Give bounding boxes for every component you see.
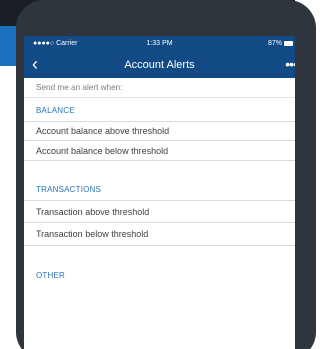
status-bar: ●●●●○ Carrier 1:33 PM 87% (24, 36, 295, 52)
status-time: 1:33 PM (146, 40, 173, 47)
section-header-transactions: TRANSACTIONS (36, 185, 102, 194)
section-header-other: OTHER (36, 271, 65, 280)
phone-screen: ●●●●○ Carrier 1:33 PM 87% ‹ Account Aler… (24, 36, 295, 349)
battery-icon (284, 41, 293, 46)
page-title: Account Alerts (124, 59, 195, 71)
alert-row-transaction-below[interactable]: Transaction below threshold (24, 223, 295, 246)
intro-text: Send me an alert when: (24, 78, 295, 98)
battery-status: 87% (268, 40, 293, 47)
more-icon[interactable]: ••• (285, 56, 295, 72)
alert-row-transaction-above[interactable]: Transaction above threshold (24, 200, 295, 223)
navigation-bar: ‹ Account Alerts ••• (24, 52, 295, 78)
alert-row-balance-below[interactable]: Account balance below threshold (24, 141, 295, 161)
alert-row-balance-above[interactable]: Account balance above threshold (24, 121, 295, 141)
section-header-balance: BALANCE (36, 106, 75, 115)
battery-percent: 87% (267, 40, 282, 47)
